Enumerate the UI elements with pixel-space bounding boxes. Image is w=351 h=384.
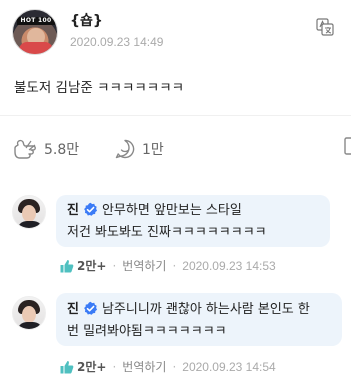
- comment-like-count: 2만+: [77, 259, 107, 273]
- comment-like-count: 2만+: [77, 360, 107, 374]
- comment-timestamp: 2020.09.23 14:53: [182, 258, 276, 273]
- comment-author-name[interactable]: 진: [67, 302, 79, 317]
- comment-meta: 2만+ · 번역하기 · 2020.09.23 14:54: [60, 358, 276, 375]
- comment-avatar[interactable]: [12, 296, 46, 330]
- verified-badge-icon: [84, 202, 98, 216]
- comment-author-name[interactable]: 진: [67, 203, 79, 218]
- share-icon[interactable]: [341, 136, 351, 156]
- comment-bubble: 진 안무하면 앞만보는 스타일 저건 봐도봐도 진짜ㅋㅋㅋㅋㅋㅋㅋㅋ: [56, 195, 330, 247]
- comment-text-cont: 번 밀려봐야됨ㅋㅋㅋㅋㅋㅋㅋ: [67, 324, 227, 339]
- comment-text: 안무하면 앞만보는 스타일: [101, 203, 242, 218]
- comment-text-cont: 저건 봐도봐도 진짜ㅋㅋㅋㅋㅋㅋㅋㅋ: [67, 225, 267, 240]
- comment-button[interactable]: 1만: [114, 138, 164, 160]
- thumbs-up-icon: [60, 360, 74, 373]
- verified-badge-icon: [84, 301, 98, 315]
- comment-count: 1만: [142, 142, 164, 158]
- translate-icon[interactable]: [316, 18, 334, 36]
- comment-icon: [115, 139, 135, 159]
- author-avatar[interactable]: HOT 100: [12, 9, 58, 55]
- translate-link[interactable]: 번역하기: [122, 358, 166, 375]
- comment-text: 남주니니까 괜찮아 하는사람 본인도 한: [101, 302, 310, 317]
- post-timestamp: 2020.09.23 14:49: [70, 35, 164, 49]
- translate-link[interactable]: 번역하기: [122, 257, 166, 274]
- comment-timestamp: 2020.09.23 14:54: [182, 359, 276, 374]
- like-count: 5.8만: [44, 142, 80, 158]
- avatar-logo-text: HOT 100: [17, 17, 55, 25]
- divider: [0, 115, 351, 116]
- comment-like-button[interactable]: 2만+: [60, 358, 106, 375]
- post-author-name[interactable]: {숍}: [70, 10, 103, 30]
- like-button[interactable]: 5.8만: [12, 138, 79, 160]
- comment-avatar[interactable]: [12, 195, 46, 229]
- post-text: 불도저 김남준 ㅋㅋㅋㅋㅋㅋㅋ: [14, 80, 185, 96]
- like-icon: [14, 139, 36, 159]
- comment-bubble: 진 남주니니까 괜찮아 하는사람 본인도 한 번 밀려봐야됨ㅋㅋㅋㅋㅋㅋㅋ: [56, 293, 342, 346]
- comment-like-button[interactable]: 2만+: [60, 257, 106, 274]
- comment-meta: 2만+ · 번역하기 · 2020.09.23 14:53: [60, 257, 276, 274]
- thumbs-up-icon: [60, 259, 74, 272]
